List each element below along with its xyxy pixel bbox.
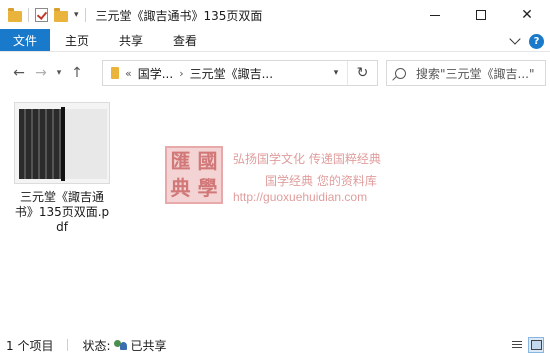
address-bar[interactable]: « 国学... › 三元堂《諏吉... ▾ ↻ xyxy=(102,60,378,86)
folder-icon xyxy=(8,7,22,22)
tab-view[interactable]: 查看 xyxy=(158,29,212,51)
divider xyxy=(84,8,86,22)
breadcrumb-item[interactable]: 三元堂《諏吉... xyxy=(190,65,273,82)
details-view-icon xyxy=(512,340,522,350)
large-icons-view-icon xyxy=(530,340,542,350)
help-icon[interactable]: ? xyxy=(529,33,544,49)
window-title: 三元堂《諏吉通书》135页双面 xyxy=(95,8,263,23)
window-controls: ✕ xyxy=(412,0,550,30)
thumbnail-dark-page xyxy=(19,109,63,179)
thumbnail-light-page xyxy=(65,109,107,179)
folder-icon xyxy=(111,67,119,79)
watermark-url: http://guoxuehuidian.com xyxy=(233,190,368,204)
status-bar: 1 个项目 状态: 已共享 xyxy=(0,334,550,356)
divider xyxy=(67,339,69,351)
close-icon: ✕ xyxy=(521,7,533,23)
close-button[interactable]: ✕ xyxy=(504,0,550,30)
search-icon xyxy=(395,67,406,79)
back-button[interactable]: ← xyxy=(8,62,30,84)
seal-char: 典 xyxy=(170,176,191,200)
view-switcher xyxy=(509,337,544,353)
properties-icon[interactable] xyxy=(35,8,48,22)
overflow-icon[interactable]: « xyxy=(125,67,132,80)
search-box[interactable]: 搜索"三元堂《諏吉..." xyxy=(386,60,546,86)
seal-char: 國 xyxy=(197,149,218,173)
maximize-button[interactable] xyxy=(458,0,504,30)
seal-char: 學 xyxy=(197,176,218,200)
quick-access-toolbar: ▾ xyxy=(0,0,86,30)
watermark-tagline: 国学经典 您的资料库 xyxy=(265,174,377,188)
address-dropdown-icon[interactable]: ▾ xyxy=(327,61,345,85)
watermark-slogan: 弘扬国学文化 传递国粹经典 xyxy=(233,152,381,166)
ribbon-right: ? xyxy=(509,32,544,50)
up-arrow-icon: ↑ xyxy=(71,65,83,81)
file-name: 三元堂《諏吉通书》135页双面.pdf xyxy=(14,190,110,234)
customize-quick-access-icon[interactable]: ▾ xyxy=(74,10,79,20)
status-label: 状态: xyxy=(82,338,111,353)
refresh-icon[interactable]: ↻ xyxy=(347,61,377,85)
minimize-button[interactable] xyxy=(412,0,458,30)
navigation-bar: ← → ▾ ↑ « 国学... › 三元堂《諏吉... ▾ ↻ 搜索"三元堂《諏… xyxy=(0,52,550,94)
ribbon-tabs: 文件 主页 共享 查看 ? xyxy=(0,29,550,52)
pdf-thumbnail xyxy=(14,102,110,184)
forward-arrow-icon: → xyxy=(35,65,47,81)
seal-char: 匯 xyxy=(170,149,191,173)
file-item[interactable]: 三元堂《諏吉通书》135页双面.pdf xyxy=(14,102,110,235)
details-view-button[interactable] xyxy=(509,337,525,353)
large-icons-view-button[interactable] xyxy=(528,337,544,353)
file-list: 三元堂《諏吉通书》135页双面.pdf xyxy=(0,94,550,334)
title-bar: ▾ 三元堂《諏吉通书》135页双面 ✕ xyxy=(0,0,550,30)
chevron-down-icon: ▾ xyxy=(56,68,62,78)
search-input[interactable]: 搜索"三元堂《諏吉..." xyxy=(416,65,534,82)
up-button[interactable]: ↑ xyxy=(66,62,88,84)
breadcrumb-item[interactable]: 国学... xyxy=(138,65,173,82)
minimize-icon xyxy=(430,14,440,16)
forward-button[interactable]: → xyxy=(30,62,52,84)
tab-share[interactable]: 共享 xyxy=(104,29,158,51)
new-folder-icon[interactable] xyxy=(54,7,68,22)
status-value: 已共享 xyxy=(130,338,167,353)
item-count: 1 个项目 xyxy=(6,338,54,353)
maximize-icon xyxy=(476,10,486,20)
shared-users-icon xyxy=(113,339,128,351)
tab-file[interactable]: 文件 xyxy=(0,29,51,51)
divider xyxy=(28,8,29,22)
expand-ribbon-icon[interactable] xyxy=(509,33,521,45)
back-arrow-icon: ← xyxy=(13,65,25,81)
recent-locations-button[interactable]: ▾ xyxy=(52,62,66,84)
watermark-seal: 匯 國 典 學 xyxy=(165,146,223,204)
tab-home[interactable]: 主页 xyxy=(50,29,104,51)
chevron-right-icon[interactable]: › xyxy=(179,67,183,80)
